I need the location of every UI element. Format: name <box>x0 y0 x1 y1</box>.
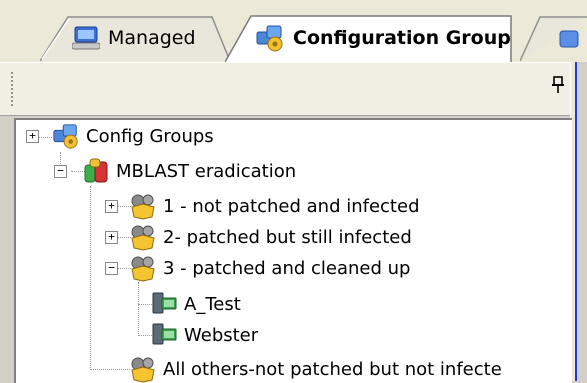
tree-collapser[interactable]: − <box>54 165 67 178</box>
tree-node-patched-cleaned[interactable]: 3 - patched and cleaned up <box>129 252 410 284</box>
tree-node-label: 3 - patched and cleaned up <box>163 257 411 279</box>
patch-shield-icon <box>131 225 155 251</box>
tab-configuration-group[interactable]: Configuration Group <box>225 15 517 63</box>
tree-collapser[interactable]: − <box>105 262 118 275</box>
tree-node-label: Webster <box>184 324 259 346</box>
tree-guide <box>38 137 52 139</box>
machine-icon <box>152 292 177 314</box>
tree-expander[interactable]: + <box>105 200 118 213</box>
config-group-icon <box>53 124 78 149</box>
tree-node-label: MBLAST eradication <box>116 160 297 182</box>
database-group-icon <box>84 158 108 183</box>
window-frame: Managed Configuration Group + Config Gro… <box>0 0 587 383</box>
tree-node-label: Config Groups <box>86 125 214 147</box>
tree-node-machine-webster[interactable]: Webster <box>150 319 258 351</box>
machine-icon <box>152 323 177 345</box>
tree-expander[interactable]: + <box>105 231 118 244</box>
panel-toolbar <box>0 62 570 116</box>
tab-managed[interactable]: Managed <box>40 15 240 61</box>
tree-node-all-others[interactable]: All others-not patched but not infecte <box>129 353 502 383</box>
tree-node-mblast-eradication[interactable]: MBLAST eradication <box>82 155 296 187</box>
tree-node-machine-a-test[interactable]: A_Test <box>150 288 241 320</box>
tab-config-label: Configuration Group <box>293 27 511 49</box>
tree-node-label: All others-not patched but not infecte <box>163 358 502 380</box>
right-edge <box>577 62 587 381</box>
config-group-tree: + Config Groups − MBLAST eradication + 1… <box>14 118 572 383</box>
tree-node-label: 2- patched but still infected <box>163 226 412 248</box>
config-group-icon <box>256 25 283 52</box>
tree-guide <box>138 282 140 336</box>
tree-node-label: A_Test <box>184 293 241 315</box>
tab-strip: Managed Configuration Group <box>0 0 587 63</box>
patch-shield-icon <box>131 256 155 282</box>
patch-shield-icon <box>131 357 155 383</box>
tree-node-config-groups[interactable]: Config Groups <box>52 120 214 152</box>
tab-overflow-shape <box>520 16 587 61</box>
toolbar-grip[interactable] <box>10 71 14 107</box>
tree-node-label: 1 - not patched and infected <box>163 195 420 217</box>
tree-node-patched-still-infected[interactable]: 2- patched but still infected <box>129 221 412 253</box>
tab-overflow[interactable] <box>520 15 587 61</box>
tree-guide <box>90 186 92 370</box>
tree-guide <box>90 369 130 371</box>
tree-expander[interactable]: + <box>26 130 39 143</box>
pin-glyph <box>552 76 564 93</box>
tab-managed-label: Managed <box>108 27 196 49</box>
tree-node-not-patched-infected[interactable]: 1 - not patched and infected <box>129 190 420 222</box>
pin-icon[interactable] <box>550 75 568 97</box>
patch-shield-icon <box>131 194 155 220</box>
computer-icon <box>72 26 100 50</box>
